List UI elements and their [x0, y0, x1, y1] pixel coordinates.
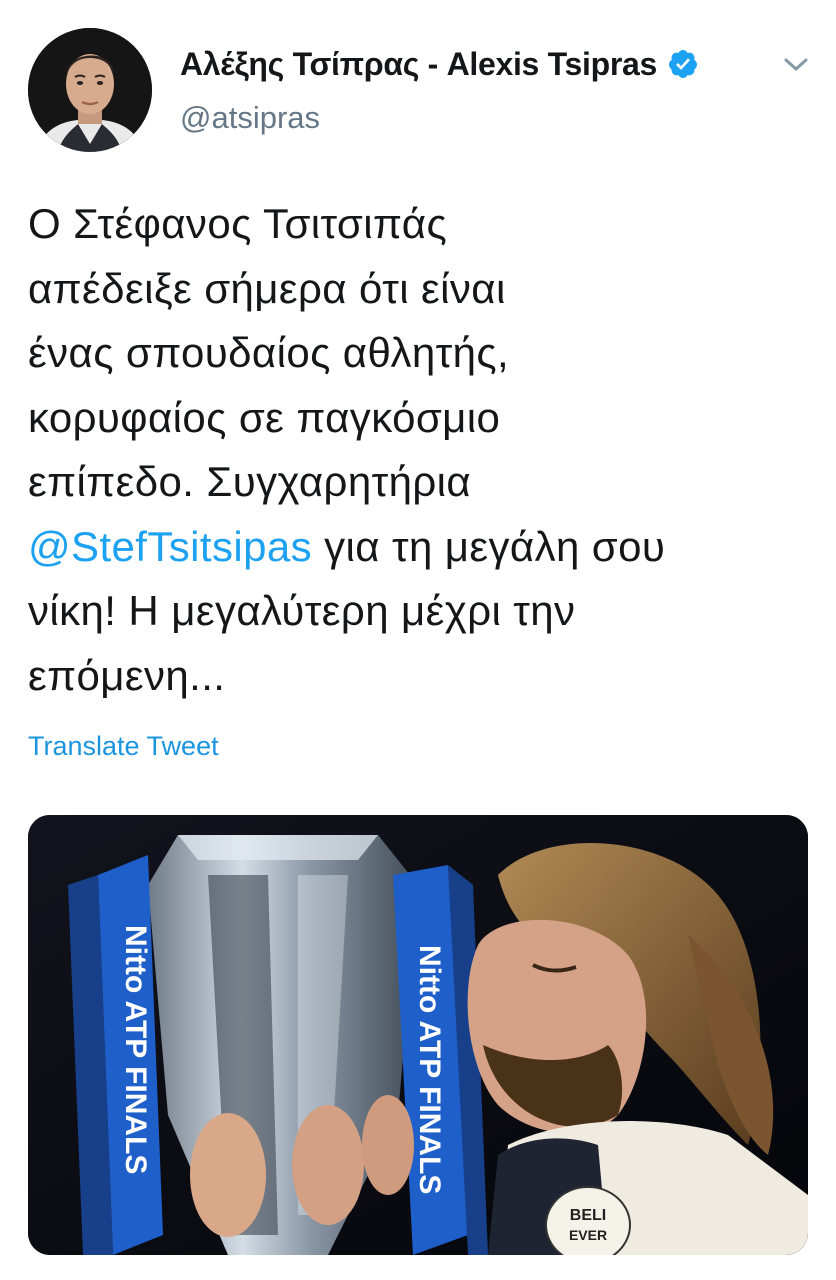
tweet-text-line: απέδειξε σήμερα ότι είναι: [28, 264, 506, 312]
tweet-card: Αλέξης Τσίπρας - Alexis Tsipras @atsipra…: [0, 0, 836, 1280]
tweet-text-line: επόμενη...: [28, 651, 226, 699]
tweet-text-line: Ο Στέφανος Τσιτσιπάς: [28, 200, 448, 247]
mention-link[interactable]: @StefTsitsipas: [28, 523, 312, 570]
avatar-photo: [28, 28, 152, 152]
tweet-text-line: επίπεδο. Συγχαρητήρια: [28, 458, 472, 505]
tweet-media-photo[interactable]: Nitto ATP FINALS Nitto ATP FINALS BELI E…: [28, 815, 808, 1255]
tweet-text-line: ένας σπουδαίος αθλητής,: [28, 329, 510, 376]
chevron-down-icon[interactable]: [780, 48, 812, 80]
shirt-badge-text: BELI: [570, 1207, 606, 1224]
shirt-badge-text-2: EVER: [569, 1227, 607, 1243]
tweet-text-line: @StefTsitsipas για τη μεγάλη σου: [28, 515, 818, 580]
translate-tweet-link[interactable]: Translate Tweet: [28, 731, 219, 762]
ribbon-text-left: Nitto ATP FINALS: [119, 925, 152, 1174]
author-name-row[interactable]: Αλέξης Τσίπρας - Alexis Tsipras: [180, 40, 699, 88]
verified-badge-icon: [667, 48, 699, 80]
tweet-text-line: νίκη! Η μεγαλύτερη μέχρι την: [28, 587, 576, 634]
tweet-text: Ο Στέφανος Τσιτσιπάς απέδειξε σήμερα ότι…: [28, 192, 818, 708]
tweet-text-line: κορυφαίος σε παγκόσμιο: [28, 393, 501, 441]
author-handle[interactable]: @atsipras: [180, 100, 320, 136]
author-avatar[interactable]: [28, 28, 152, 152]
photo-trophy-kiss: Nitto ATP FINALS Nitto ATP FINALS BELI E…: [28, 815, 808, 1255]
ribbon-text-right: Nitto ATP FINALS: [413, 945, 446, 1194]
author-display-name[interactable]: Αλέξης Τσίπρας - Alexis Tsipras: [180, 46, 657, 83]
tweet-text-fragment: για τη μεγάλη σου: [312, 522, 666, 570]
